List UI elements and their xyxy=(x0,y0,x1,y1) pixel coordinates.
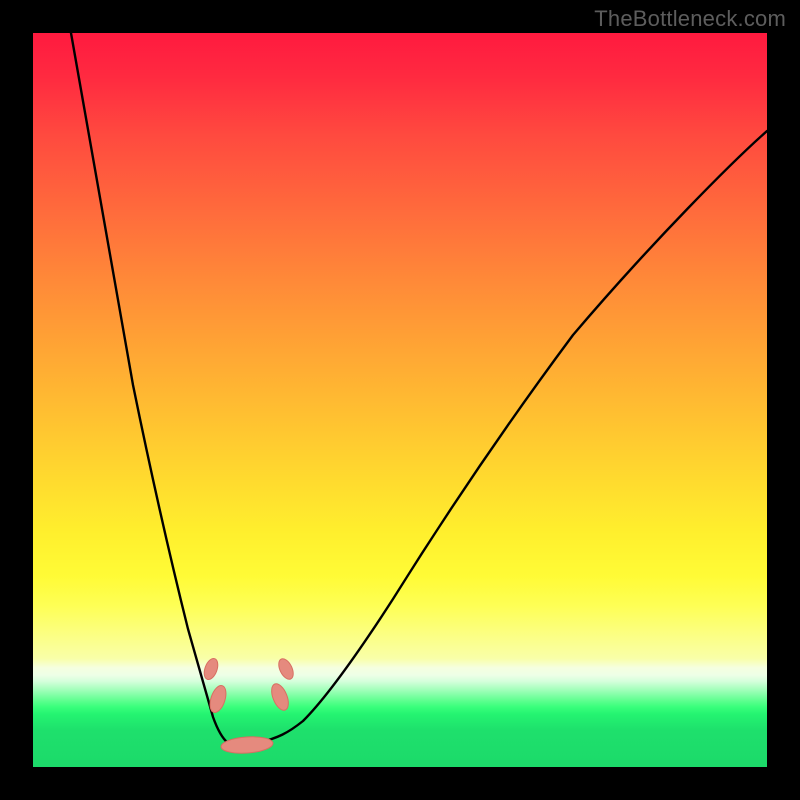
bottleneck-curve xyxy=(71,33,767,745)
marker-blob-right-upper xyxy=(276,656,296,681)
marker-group xyxy=(202,656,297,754)
outer-frame: TheBottleneck.com xyxy=(0,0,800,800)
watermark-text: TheBottleneck.com xyxy=(594,6,786,32)
marker-blob-left-upper xyxy=(202,657,221,682)
marker-blob-right-lower xyxy=(268,681,291,712)
plot-area xyxy=(33,33,767,767)
chart-svg xyxy=(33,33,767,767)
marker-blob-bottom xyxy=(221,735,274,755)
